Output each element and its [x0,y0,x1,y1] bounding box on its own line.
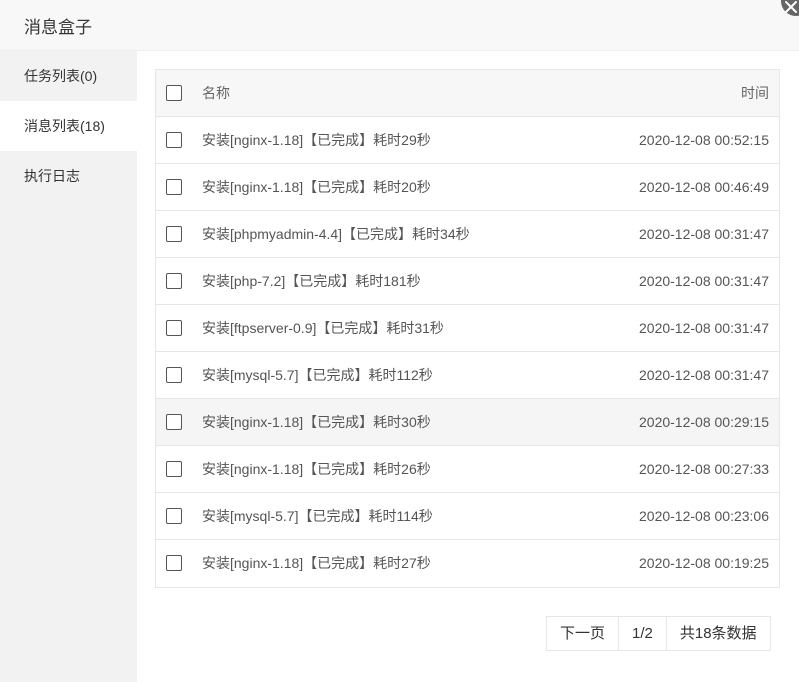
row-checkbox[interactable] [166,226,182,242]
main-content: 名称 时间 安装[nginx-1.18]【已完成】耗时29秒 2020-12-08… [137,51,799,682]
table-header: 名称 时间 [156,70,779,117]
table-row[interactable]: 安装[phpmyadmin-4.4]【已完成】耗时34秒 2020-12-08 0… [156,211,779,258]
table-row[interactable]: 安装[nginx-1.18]【已完成】耗时26秒 2020-12-08 00:27… [156,446,779,493]
column-header-time: 时间 [741,85,769,101]
column-header-name: 名称 [202,85,230,101]
row-name: 安装[mysql-5.7]【已完成】耗时112秒 [202,367,433,383]
row-time: 2020-12-08 00:31:47 [639,367,769,383]
table-row[interactable]: 安装[nginx-1.18]【已完成】耗时20秒 2020-12-08 00:46… [156,164,779,211]
row-name: 安装[phpmyadmin-4.4]【已完成】耗时34秒 [202,226,470,242]
row-checkbox[interactable] [166,461,182,477]
row-checkbox[interactable] [166,555,182,571]
sidebar: 任务列表(0) 消息列表(18) 执行日志 [0,51,137,682]
row-time: 2020-12-08 00:31:47 [639,320,769,336]
row-time: 2020-12-08 00:31:47 [639,273,769,289]
row-time: 2020-12-08 00:29:15 [639,414,769,430]
table-row[interactable]: 安装[mysql-5.7]【已完成】耗时114秒 2020-12-08 00:23… [156,493,779,540]
row-checkbox[interactable] [166,132,182,148]
table-row[interactable]: 安装[nginx-1.18]【已完成】耗时29秒 2020-12-08 00:52… [156,117,779,164]
row-name: 安装[mysql-5.7]【已完成】耗时114秒 [202,508,433,524]
row-name: 安装[nginx-1.18]【已完成】耗时27秒 [202,555,431,571]
dialog-title: 消息盒子 [24,18,92,37]
row-checkbox[interactable] [166,367,182,383]
table-row[interactable]: 安装[php-7.2]【已完成】耗时181秒 2020-12-08 00:31:4… [156,258,779,305]
row-name: 安装[php-7.2]【已完成】耗时181秒 [202,273,421,289]
row-time: 2020-12-08 00:52:15 [639,132,769,148]
table-row[interactable]: 安装[nginx-1.18]【已完成】耗时30秒 2020-12-08 00:29… [156,399,779,446]
row-time: 2020-12-08 00:31:47 [639,226,769,242]
close-icon [785,1,797,13]
select-all-checkbox[interactable] [166,85,182,101]
sidebar-item-task-list[interactable]: 任务列表(0) [0,51,137,101]
total-count: 共18条数据 [679,625,757,642]
table-row[interactable]: 安装[nginx-1.18]【已完成】耗时27秒 2020-12-08 00:19… [156,540,779,587]
table-body: 安装[nginx-1.18]【已完成】耗时29秒 2020-12-08 00:52… [156,117,779,587]
table-row[interactable]: 安装[ftpserver-0.9]【已完成】耗时31秒 2020-12-08 00… [156,305,779,352]
row-time: 2020-12-08 00:23:06 [639,508,769,524]
message-table: 名称 时间 安装[nginx-1.18]【已完成】耗时29秒 2020-12-08… [155,69,780,588]
row-name: 安装[nginx-1.18]【已完成】耗时20秒 [202,179,431,195]
pagination: 下一页 1/2 共18条数据 [546,616,771,651]
sidebar-item-execution-log[interactable]: 执行日志 [0,151,137,201]
row-checkbox[interactable] [166,179,182,195]
page-indicator: 1/2 [619,617,667,650]
row-name: 安装[nginx-1.18]【已完成】耗时30秒 [202,414,431,430]
table-row[interactable]: 安装[mysql-5.7]【已完成】耗时112秒 2020-12-08 00:31… [156,352,779,399]
message-box-dialog: 消息盒子 任务列表(0) 消息列表(18) 执行日志 名称 时间 安装[ngin… [0,0,799,682]
row-time: 2020-12-08 00:19:25 [639,555,769,571]
sidebar-item-message-list[interactable]: 消息列表(18) [0,101,137,151]
row-name: 安装[nginx-1.18]【已完成】耗时26秒 [202,461,431,477]
row-name: 安装[nginx-1.18]【已完成】耗时29秒 [202,132,431,148]
row-checkbox[interactable] [166,273,182,289]
row-name: 安装[ftpserver-0.9]【已完成】耗时31秒 [202,320,444,336]
row-checkbox[interactable] [166,414,182,430]
row-checkbox[interactable] [166,508,182,524]
row-time: 2020-12-08 00:46:49 [639,179,769,195]
row-checkbox[interactable] [166,320,182,336]
next-page-button[interactable]: 下一页 [547,617,620,650]
dialog-header: 消息盒子 [0,0,799,51]
row-time: 2020-12-08 00:27:33 [639,461,769,477]
